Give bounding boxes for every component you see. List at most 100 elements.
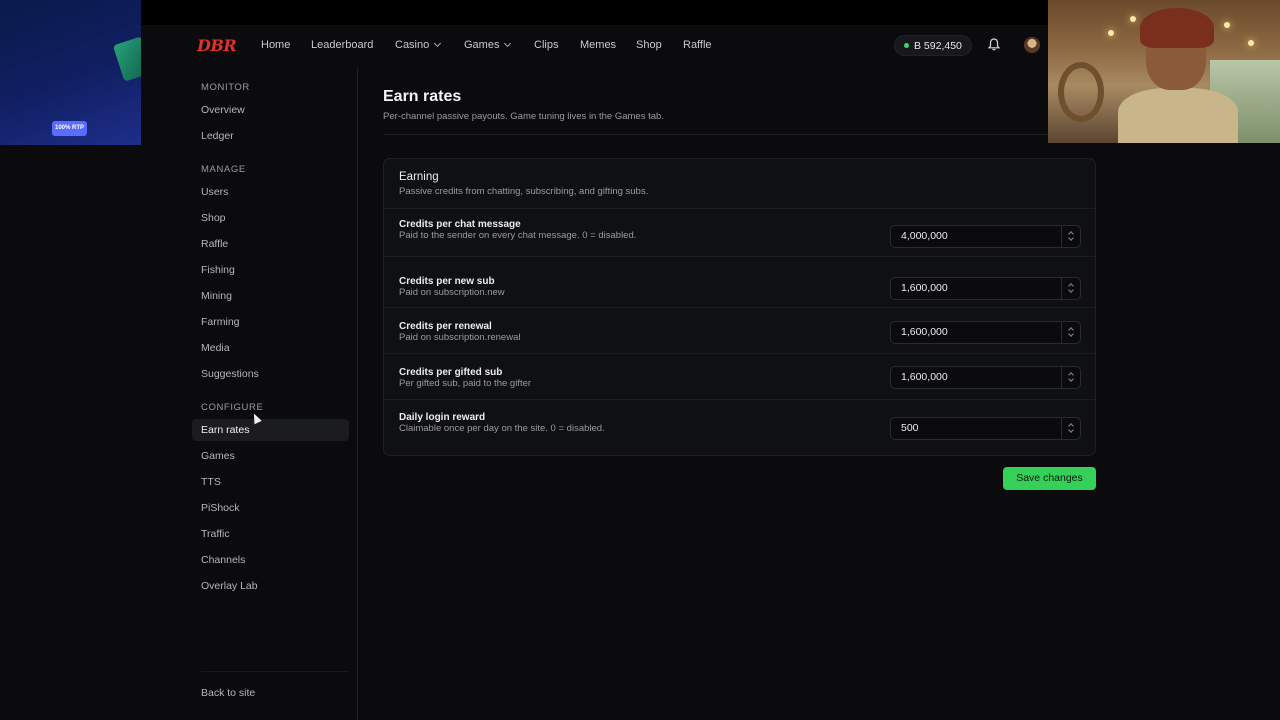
- sidebar-item-shop[interactable]: Shop: [192, 207, 349, 229]
- page-subtitle: Per-channel passive payouts. Game tuning…: [383, 111, 664, 122]
- nav-shop-label: Shop: [636, 39, 662, 51]
- sidebar-item-overlay-lab[interactable]: Overlay Lab: [192, 575, 349, 597]
- bell-icon[interactable]: [988, 38, 1000, 51]
- nav-raffle-label: Raffle: [683, 39, 712, 51]
- nav-memes-label: Memes: [580, 39, 617, 51]
- chevron-down-icon[interactable]: [1068, 331, 1074, 337]
- back-to-site-link[interactable]: Back to site: [201, 687, 255, 699]
- sidebar-item-channels[interactable]: Channels: [192, 549, 349, 571]
- balance-pill[interactable]: B 592,450: [894, 35, 972, 56]
- number-stepper[interactable]: [1061, 278, 1080, 299]
- sidebar-item-users[interactable]: Users: [192, 181, 349, 203]
- webcam-light: [1130, 16, 1136, 22]
- webcam-person-hair: [1140, 8, 1214, 48]
- chevron-down-icon: [434, 39, 442, 48]
- webcam-light: [1224, 22, 1230, 28]
- chat-credits-input[interactable]: 4,000,000: [890, 225, 1081, 248]
- sidebar-item-mining[interactable]: Mining: [192, 285, 349, 307]
- gifted-sub-credits-input[interactable]: 1,600,000: [890, 366, 1081, 389]
- input-value: 1,600,000: [901, 371, 948, 383]
- number-stepper[interactable]: [1061, 322, 1080, 343]
- rtp-badge: 100% RTP: [52, 121, 87, 136]
- nav-clips[interactable]: Clips: [534, 39, 558, 51]
- setting-row: Credits per chat message Paid to the sen…: [384, 208, 1095, 256]
- chevron-down-icon[interactable]: [1068, 427, 1074, 433]
- nav-shop[interactable]: Shop: [636, 39, 662, 51]
- sidebar-item-pishock[interactable]: PiShock: [192, 497, 349, 519]
- sidebar-item-overview[interactable]: Overview: [192, 99, 349, 121]
- card-subtitle: Passive credits from chatting, subscribi…: [399, 186, 649, 197]
- nav-leaderboard-label: Leaderboard: [311, 39, 374, 51]
- sidebar-item-fishing[interactable]: Fishing: [192, 259, 349, 281]
- setting-label: Credits per gifted sub: [399, 367, 503, 378]
- setting-description: Per gifted sub, paid to the gifter: [399, 378, 532, 389]
- chevron-down-icon[interactable]: [1068, 287, 1074, 293]
- nav-memes[interactable]: Memes: [580, 39, 616, 51]
- status-dot-icon: [904, 43, 909, 48]
- nav-casino-label: Casino: [395, 39, 430, 51]
- webcam-overlay: [1048, 0, 1280, 143]
- sidebar-item-media[interactable]: Media: [192, 337, 349, 359]
- input-value: 4,000,000: [901, 230, 948, 242]
- sidebar-item-suggestions[interactable]: Suggestions: [192, 363, 349, 385]
- input-value: 1,600,000: [901, 326, 948, 338]
- setting-label: Daily login reward: [399, 412, 486, 423]
- sidebar-item-raffle[interactable]: Raffle: [192, 233, 349, 255]
- setting-label: Credits per renewal: [399, 321, 492, 332]
- chevron-down-icon[interactable]: [1068, 376, 1074, 382]
- setting-row: Credits per gifted sub Per gifted sub, p…: [384, 353, 1095, 399]
- card-title: Earning: [399, 171, 439, 183]
- sidebar-item-ledger[interactable]: Ledger: [192, 125, 349, 147]
- number-stepper[interactable]: [1061, 226, 1080, 247]
- input-value: 1,600,000: [901, 282, 948, 294]
- input-value: 500: [901, 422, 919, 434]
- sidebar-item-farming[interactable]: Farming: [192, 311, 349, 333]
- promo-banner[interactable]: 100% RTP: [0, 0, 141, 145]
- nav-games-label: Games: [464, 39, 500, 51]
- setting-row: Credits per renewal Paid on subscription…: [384, 307, 1095, 353]
- renewal-credits-input[interactable]: 1,600,000: [890, 321, 1081, 344]
- sidebar-divider: [201, 671, 349, 672]
- webcam-wall-ring: [1058, 62, 1104, 122]
- save-changes-button[interactable]: Save changes: [1003, 467, 1096, 490]
- nav-clips-label: Clips: [534, 39, 559, 51]
- nav-home-label: Home: [261, 39, 291, 51]
- balance-amount: B 592,450: [914, 39, 962, 52]
- section-label-configure: CONFIGURE: [201, 402, 264, 413]
- site-logo[interactable]: DBR: [197, 36, 237, 55]
- daily-login-reward-input[interactable]: 500: [890, 417, 1081, 440]
- new-sub-credits-input[interactable]: 1,600,000: [890, 277, 1081, 300]
- webcam-light: [1108, 30, 1114, 36]
- nav-leaderboard[interactable]: Leaderboard: [311, 39, 373, 51]
- sidebar-item-games[interactable]: Games: [192, 445, 349, 467]
- chevron-down-icon[interactable]: [1068, 235, 1074, 241]
- setting-description: Paid to the sender on every chat message…: [399, 230, 637, 241]
- admin-sidebar: MONITOR Overview Ledger MANAGE Users Sho…: [192, 67, 358, 720]
- setting-label: Credits per chat message: [399, 219, 521, 230]
- section-label-monitor: MONITOR: [201, 82, 250, 93]
- setting-label: Credits per new sub: [399, 276, 495, 287]
- webcam-light: [1248, 40, 1254, 46]
- user-avatar[interactable]: [1024, 37, 1040, 53]
- section-label-manage: MANAGE: [201, 164, 246, 175]
- nav-home[interactable]: Home: [261, 39, 290, 51]
- header-divider: [383, 134, 1048, 135]
- number-stepper[interactable]: [1061, 418, 1080, 439]
- nav-raffle[interactable]: Raffle: [683, 39, 712, 51]
- page-title: Earn rates: [383, 88, 462, 105]
- nav-games[interactable]: Games: [464, 39, 512, 51]
- nav-casino[interactable]: Casino: [395, 39, 442, 51]
- setting-row: Daily login reward Claimable once per da…: [384, 399, 1095, 455]
- sidebar-item-tts[interactable]: TTS: [192, 471, 349, 493]
- earning-card: Earning Passive credits from chatting, s…: [383, 158, 1096, 456]
- webcam-person-body: [1118, 88, 1238, 143]
- setting-description: Claimable once per day on the site. 0 = …: [399, 423, 605, 434]
- top-navigation: DBR Home Leaderboard Casino Games Clips …: [141, 25, 1048, 67]
- sidebar-item-traffic[interactable]: Traffic: [192, 523, 349, 545]
- setting-description: Paid on subscription.renewal: [399, 332, 521, 343]
- setting-row: Credits per new sub Paid on subscription…: [384, 256, 1095, 307]
- number-stepper[interactable]: [1061, 367, 1080, 388]
- gem-icon: [112, 36, 141, 82]
- setting-description: Paid on subscription.new: [399, 287, 505, 298]
- sidebar-item-earn-rates[interactable]: Earn rates: [192, 419, 349, 441]
